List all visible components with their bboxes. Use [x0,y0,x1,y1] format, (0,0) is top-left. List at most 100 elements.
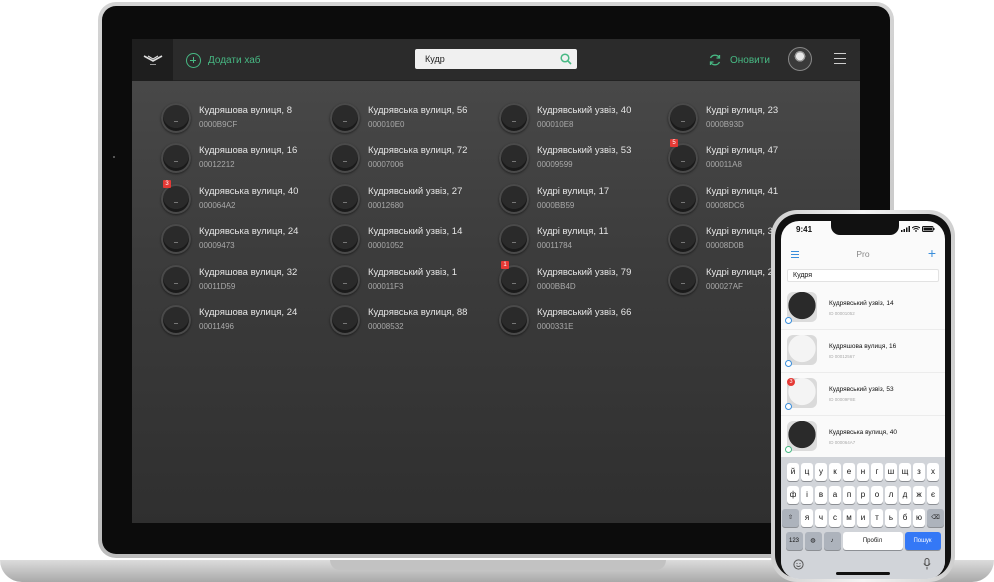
keyboard-key[interactable]: о [871,486,883,504]
keyboard-key[interactable]: л [885,486,897,504]
phone-hub-item[interactable]: Кудрявська вулиця, 40 ID 000064A7 [781,416,945,459]
hub-list-item[interactable]: Кудрявський узвіз, 53 00009599 [499,141,659,175]
keyboard-key[interactable]: ю [913,509,925,527]
emoji-icon[interactable] [793,559,804,570]
phone-hub-item[interactable]: 3 Кудрявський узвіз, 53 ID 00009F8E [781,373,945,416]
keyboard-key[interactable]: х [927,463,939,481]
shift-key-icon[interactable]: ⇧ [782,509,799,527]
hub-list-item[interactable]: Кудрі вулиця, 23 0000B93D [668,101,828,135]
hub-list-item[interactable]: Кудрявська вулиця, 88 00008532 [330,303,490,337]
keyboard-key[interactable]: і [801,486,813,504]
hub-list-item[interactable]: Кудряшова вулиця, 8 0000B9CF [161,101,321,135]
keyboard-key[interactable]: е [843,463,855,481]
microphone-key-icon[interactable]: ♪ [823,532,841,550]
keyboard-key[interactable]: ц [801,463,813,481]
phone-search-input[interactable]: Кудря [787,269,939,282]
search-icon[interactable] [559,52,573,66]
phone-hub-item[interactable]: Кудряшова вулиця, 16 ID 00012567 [781,330,945,373]
hub-list-item[interactable]: Кудрявська вулиця, 56 000010E0 [330,101,490,135]
search-input[interactable] [415,49,555,69]
keyboard-key[interactable]: я [801,509,813,527]
alarm-count-badge: 3 [163,180,171,188]
refresh-label: Оновити [730,54,770,66]
phone-hub-item[interactable]: Кудрявський узвіз, 14 ID 00001052 [781,287,945,330]
hub-id: 000011F3 [368,282,404,291]
hub-list-item[interactable]: Кудрі вулиця, 17 0000BB59 [499,182,659,216]
hub-list-item[interactable]: Кудрявський узвіз, 66 0000331E [499,303,659,337]
keyboard-key[interactable]: щ [899,463,911,481]
keyboard-key[interactable]: т [871,509,883,527]
hub-device-icon [161,143,191,173]
hub-list-item[interactable]: Кудрявська вулиця, 72 00007006 [330,141,490,175]
keyboard-key[interactable]: д [899,486,911,504]
hub-device-icon [499,305,529,335]
hub-id: 0000331E [537,322,574,331]
keyboard-key[interactable]: ф [787,486,799,504]
keyboard-key[interactable]: н [857,463,869,481]
hub-name: Кудрявська вулиця, 40 [829,429,898,436]
globe-key-icon[interactable]: ◍ [804,532,822,550]
home-indicator[interactable] [836,572,890,575]
phone-add-icon[interactable]: + [928,246,936,260]
backspace-key-icon[interactable]: ⌫ [927,509,944,527]
keyboard-key[interactable]: з [913,463,925,481]
keyboard-key[interactable]: м [843,509,855,527]
search-key[interactable]: Пошук [904,532,941,550]
numbers-key[interactable]: 123 [785,532,803,550]
keyboard-key[interactable]: ж [913,486,925,504]
hub-list-item[interactable]: Кудрявський узвіз, 27 00012680 [330,182,490,216]
keyboard-key[interactable]: г [871,463,883,481]
hub-list-item[interactable]: Кудряшова вулиця, 24 00011496 [161,303,321,337]
hub-list-item[interactable]: Кудрявський узвіз, 40 000010E8 [499,101,659,135]
hub-name: Кудряшова вулиця, 8 [199,105,292,116]
keyboard-row-2: фівапролджє [781,486,945,504]
keyboard-key[interactable]: а [829,486,841,504]
keyboard-key[interactable]: в [815,486,827,504]
hub-id: 00011784 [537,241,572,250]
keyboard-key[interactable]: п [843,486,855,504]
keyboard-key[interactable]: ь [885,509,897,527]
space-key[interactable]: Пробіл [842,532,903,550]
status-dot-icon [785,360,792,367]
hub-list-item[interactable]: 5 Кудрі вулиця, 47 000011A8 [668,139,828,175]
hub-device-icon [668,103,698,133]
hub-name: Кудрявська вулиця, 56 [368,105,468,116]
hub-name: Кудрявська вулиця, 24 [199,226,299,237]
hub-list-item[interactable]: Кудряшова вулиця, 32 00011D59 [161,263,321,297]
dictation-icon[interactable] [923,558,931,570]
app-logo[interactable] [132,39,173,81]
keyboard-key[interactable]: у [815,463,827,481]
hub-id: 000064A2 [199,201,236,210]
phone-notch [831,221,899,235]
keyboard-key[interactable]: ш [885,463,897,481]
hub-name: Кудрявська вулиця, 72 [368,145,468,156]
keyboard-key[interactable]: с [829,509,841,527]
hub-list-item[interactable]: Кудряшова вулиця, 16 00012212 [161,141,321,175]
hub-device-icon [161,305,191,335]
hub-name: Кудрявський узвіз, 14 [368,226,463,237]
add-hub-button[interactable]: Додати хаб [186,51,261,69]
user-avatar[interactable] [788,47,812,71]
hub-list-item[interactable]: Кудрявська вулиця, 24 00009473 [161,222,321,256]
keyboard-key[interactable]: б [899,509,911,527]
hub-device-icon [161,184,191,214]
keyboard-key[interactable]: р [857,486,869,504]
hub-list-item[interactable]: 1 Кудрявський узвіз, 79 0000BB4D [499,261,659,297]
hub-list-item[interactable]: Кудрі вулиця, 11 00011784 [499,222,659,256]
keyboard-key[interactable]: й [787,463,799,481]
refresh-button[interactable]: Оновити [708,52,770,68]
refresh-icon [709,54,721,66]
hub-name: Кудряшова вулиця, 24 [199,307,298,318]
hub-list-item[interactable]: Кудрявський узвіз, 14 00001052 [330,222,490,256]
hub-name: Кудрявський узвіз, 53 [829,386,894,393]
hub-id: 000011A8 [706,160,742,169]
keyboard-key[interactable]: є [927,486,939,504]
keyboard-key[interactable]: и [857,509,869,527]
hub-id: 00008D0B [706,241,744,250]
hub-list-item[interactable]: Кудрявський узвіз, 1 000011F3 [330,263,490,297]
hamburger-menu-icon[interactable] [834,53,846,65]
keyboard-key[interactable]: ч [815,509,827,527]
hub-list-item[interactable]: 3 Кудрявська вулиця, 40 000064A2 [161,180,321,216]
keyboard-key[interactable]: к [829,463,841,481]
onscreen-keyboard: йцукенгшщзх фівапролджє ⇧ я ч с м и т ь б ю ⌫ 123 … [781,457,945,579]
